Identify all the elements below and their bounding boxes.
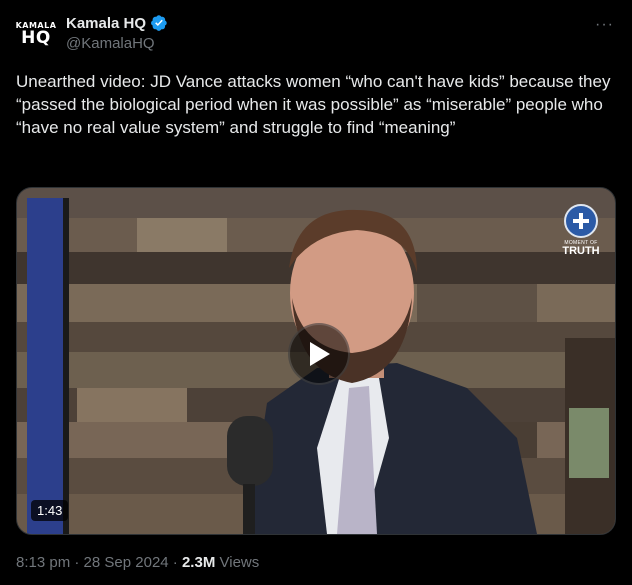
cross-emblem-icon xyxy=(564,204,598,238)
tweet-date[interactable]: 28 Sep 2024 xyxy=(84,554,169,571)
play-button[interactable] xyxy=(288,323,350,385)
tweet-header: KAMALA HQ Kamala HQ @KamalaHQ ··· xyxy=(16,12,616,58)
user-info: Kamala HQ @KamalaHQ xyxy=(66,14,168,52)
tweet-time[interactable]: 8:13 pm xyxy=(16,554,70,571)
views-count: 2.3M xyxy=(181,554,216,571)
more-options-icon[interactable]: ··· xyxy=(595,16,614,34)
meta-separator: · xyxy=(172,554,178,571)
play-icon xyxy=(310,342,330,366)
moment-of-truth-logo: MOMENT OF TRUTH xyxy=(559,204,603,257)
views-label: Views xyxy=(219,554,260,571)
display-name[interactable]: Kamala HQ xyxy=(66,15,146,32)
cross-icon xyxy=(573,213,589,229)
tweet-meta: 8:13 pm · 28 Sep 2024 · 2.3M Views xyxy=(16,554,259,571)
tweet-text: Unearthed video: JD Vance attacks women … xyxy=(16,72,611,137)
verified-badge-icon xyxy=(151,15,167,31)
video-duration: 1:43 xyxy=(31,500,69,521)
watermark-big-text: TRUTH xyxy=(562,245,600,257)
name-row: Kamala HQ xyxy=(66,14,168,32)
video-player[interactable]: MOMENT OF TRUTH 1:43 xyxy=(16,187,616,535)
meta-separator: · xyxy=(74,554,80,571)
avatar-text-bottom: HQ xyxy=(21,28,51,48)
user-handle[interactable]: @KamalaHQ xyxy=(66,35,168,52)
avatar[interactable]: KAMALA HQ xyxy=(16,14,56,54)
